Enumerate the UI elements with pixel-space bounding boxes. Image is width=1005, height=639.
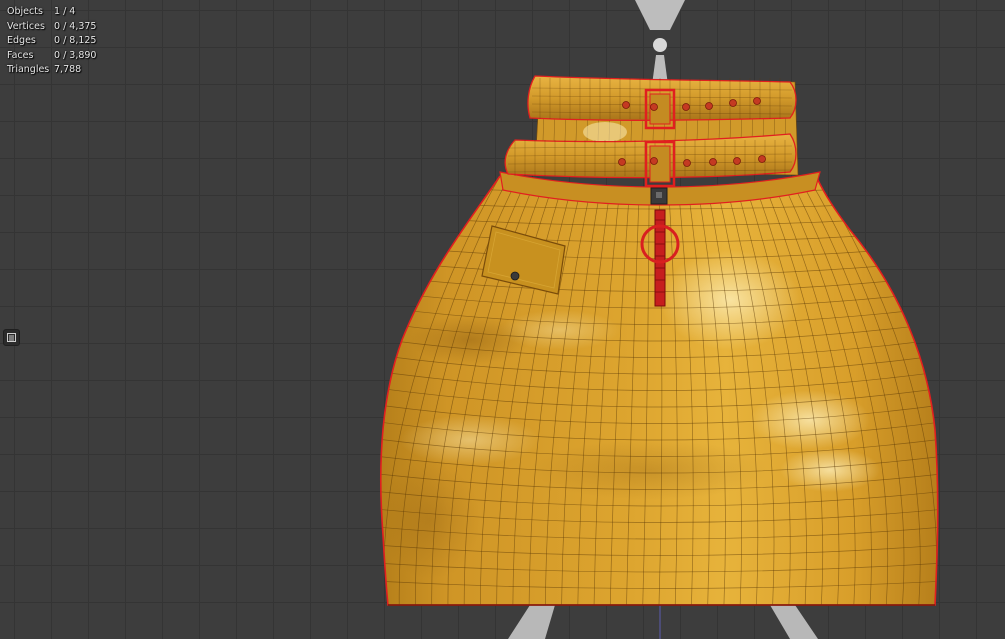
stat-triangles-label: Triangles	[7, 64, 50, 76]
stat-faces-label: Faces	[7, 49, 34, 61]
sidebar-toggle-button[interactable]	[3, 329, 20, 346]
stat-vertices: Vertices 0 / 4,375	[7, 20, 96, 35]
stat-vertices-value: 0 / 4,375	[54, 20, 97, 32]
stat-triangles: Triangles 7,788	[7, 63, 96, 78]
stat-objects-value: 1 / 4	[54, 6, 76, 17]
stat-edges-label: Edges	[7, 35, 36, 47]
stat-objects-label: Objects	[7, 6, 43, 17]
pocket-button	[510, 271, 520, 281]
stat-edges: Edges 0 / 8,125	[7, 34, 96, 49]
statistics-overlay: Objects 1 / 4 Vertices 0 / 4,375 Edges 0…	[7, 5, 96, 78]
stat-faces-value: 0 / 3,890	[54, 49, 97, 61]
sidebar-toggle-icon	[7, 333, 16, 342]
scene-render[interactable]	[0, 0, 1005, 639]
stat-objects: Objects 1 / 4	[7, 5, 96, 20]
stat-triangles-value: 7,788	[54, 64, 82, 76]
stat-vertices-label: Vertices	[7, 20, 45, 32]
stat-faces: Faces 0 / 3,890	[7, 49, 96, 64]
3d-viewport[interactable]: Objects 1 / 4 Vertices 0 / 4,375 Edges 0…	[0, 0, 1005, 639]
belt-lower[interactable]	[504, 133, 797, 188]
stat-edges-value: 0 / 8,125	[54, 35, 97, 47]
